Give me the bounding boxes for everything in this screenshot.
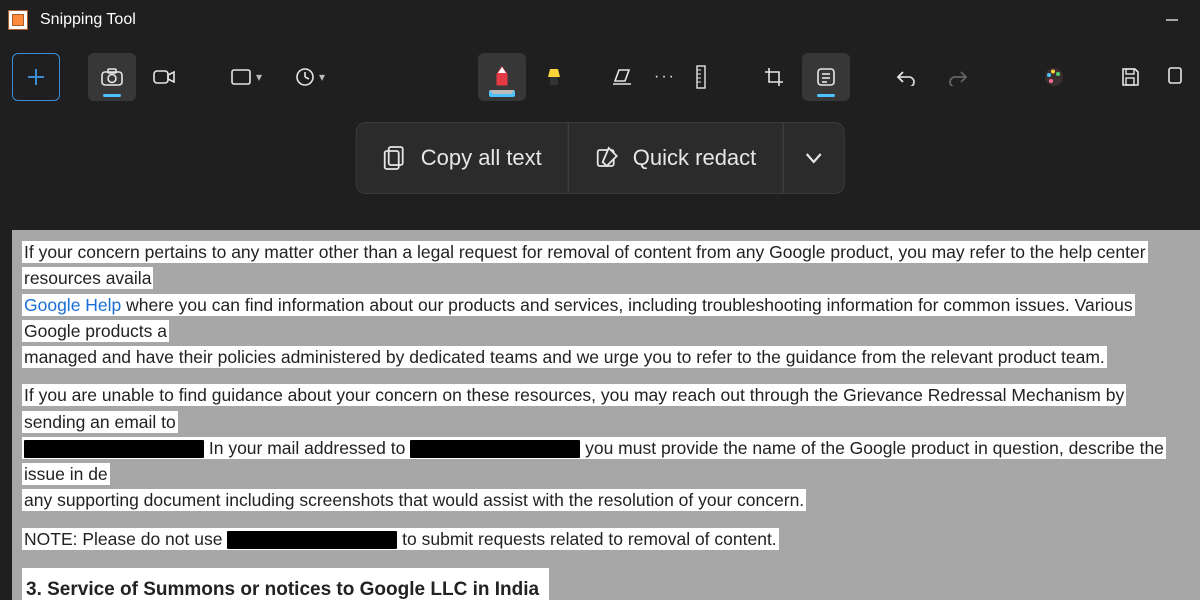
quick-redact-button[interactable]: Quick redact <box>569 123 783 193</box>
new-snip-button[interactable] <box>12 53 60 101</box>
doc-heading: 3. Service of Summons or notices to Goog… <box>22 568 549 600</box>
shapes-menu-button[interactable]: ··· <box>650 53 680 101</box>
chevron-down-icon <box>803 151 823 165</box>
app-icon <box>8 10 28 30</box>
doc-paragraph: managed and have their policies administ… <box>22 346 1107 368</box>
chevron-down-icon: ▾ <box>319 70 325 84</box>
doc-paragraph: If your concern pertains to any matter o… <box>22 241 1148 289</box>
quick-redact-label: Quick redact <box>633 145 757 171</box>
redaction <box>227 531 397 549</box>
redact-icon <box>595 146 619 170</box>
copy-button[interactable] <box>1160 53 1188 101</box>
snip-mode-camera-button[interactable] <box>88 53 136 101</box>
color-picker-button[interactable] <box>1030 53 1078 101</box>
undo-button[interactable] <box>882 53 930 101</box>
doc-paragraph: In your mail addressed to you must provi… <box>22 437 1166 485</box>
redaction <box>24 440 204 458</box>
ruler-tool-button[interactable] <box>684 53 718 101</box>
redaction <box>410 440 580 458</box>
pen-tool-button[interactable] <box>478 53 526 101</box>
chevron-down-icon: ▾ <box>256 70 262 84</box>
highlighter-tool-button[interactable] <box>530 53 578 101</box>
app-title: Snipping Tool <box>40 11 136 29</box>
doc-paragraph: any supporting document including screen… <box>22 489 806 511</box>
captured-document: If your concern pertains to any matter o… <box>12 230 1200 600</box>
doc-paragraph: Google Help where you can find informati… <box>22 294 1135 342</box>
toolbar: ▾ ▾ ··· <box>0 40 1200 114</box>
delay-dropdown[interactable]: ▾ <box>280 53 340 101</box>
eraser-tool-button[interactable] <box>598 53 646 101</box>
copy-all-text-button[interactable]: Copy all text <box>357 123 568 193</box>
google-help-link[interactable]: Google Help <box>24 295 121 315</box>
snip-mode-video-button[interactable] <box>140 53 188 101</box>
redo-button[interactable] <box>934 53 982 101</box>
crop-tool-button[interactable] <box>750 53 798 101</box>
text-actions-collapse-button[interactable] <box>783 123 843 193</box>
copy-all-text-label: Copy all text <box>421 145 542 171</box>
text-actions-button[interactable] <box>802 53 850 101</box>
doc-paragraph: If you are unable to find guidance about… <box>22 384 1126 432</box>
titlebar: Snipping Tool <box>0 0 1200 40</box>
snip-shape-dropdown[interactable]: ▾ <box>216 53 276 101</box>
minimize-button[interactable] <box>1152 5 1192 35</box>
doc-paragraph: NOTE: Please do not use to submit reques… <box>22 528 779 550</box>
copy-icon <box>383 145 407 171</box>
text-actions-bar: Copy all text Quick redact <box>356 122 845 194</box>
save-button[interactable] <box>1106 53 1154 101</box>
